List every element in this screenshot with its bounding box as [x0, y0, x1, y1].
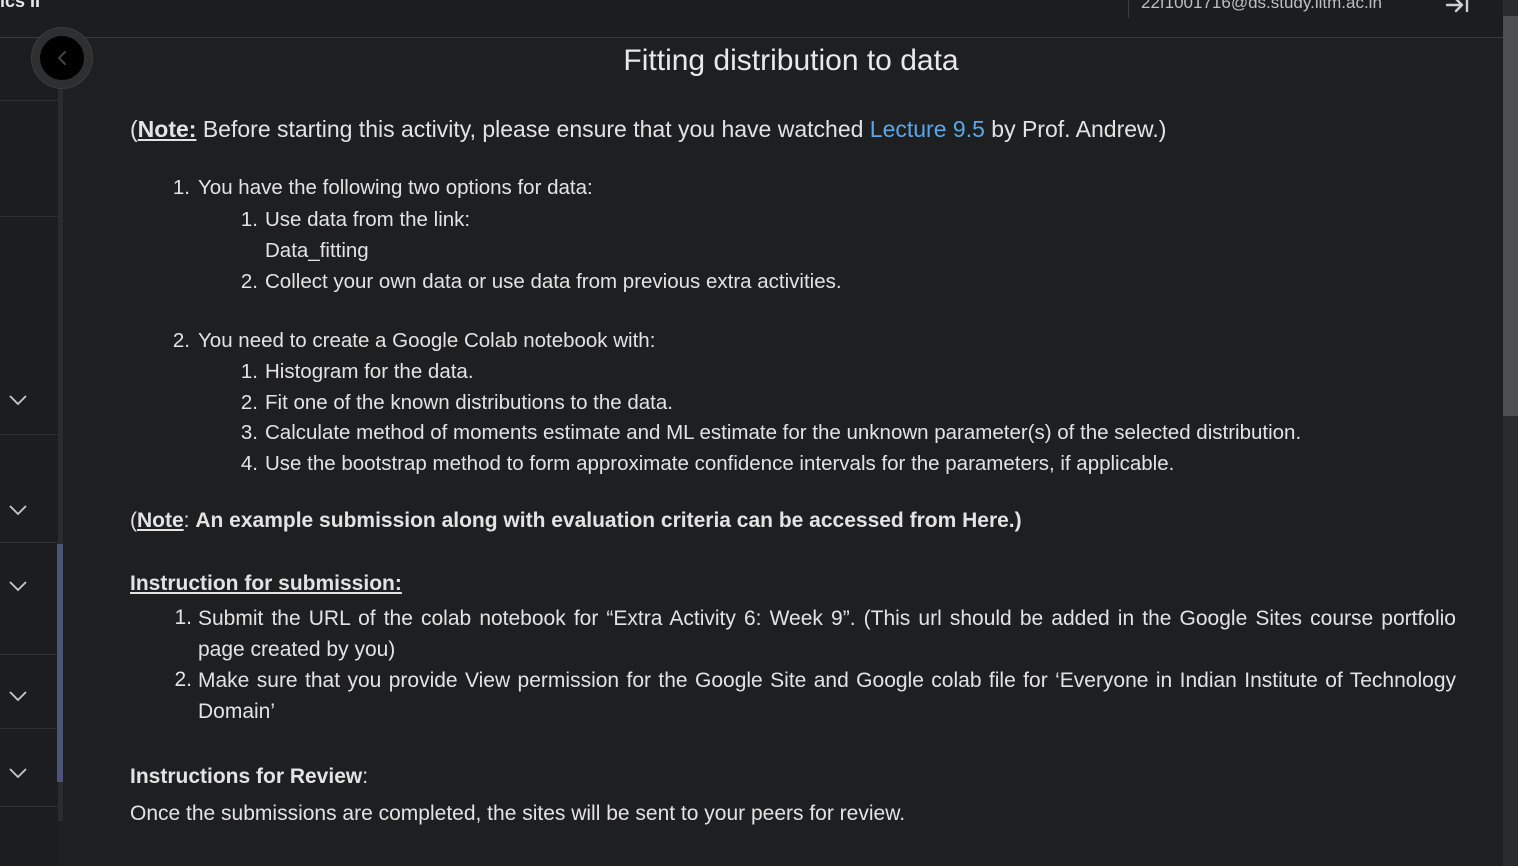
review-text: Once the submissions are completed, the … — [130, 802, 906, 825]
top-bar: ics II 22f1001716@ds.study.iitm.ac.in — [0, 0, 1503, 38]
scrollbar-thumb[interactable] — [1503, 16, 1518, 416]
data-fitting-link[interactable]: Data_fitting — [265, 239, 369, 263]
chevron-down-icon[interactable] — [8, 504, 28, 516]
user-email: 22f1001716@ds.study.iitm.ac.in — [1141, 0, 1382, 12]
chevron-left-icon — [57, 51, 66, 65]
page-title: Fitting distribution to data — [623, 44, 959, 77]
review-heading: Instructions for Review: — [130, 765, 369, 788]
collapse-sidebar-button[interactable] — [32, 28, 92, 88]
user-area-divider — [1128, 0, 1129, 18]
sidebar-divider — [0, 542, 58, 543]
sidebar-divider — [0, 728, 58, 729]
sidebar-divider — [0, 100, 58, 101]
example-note: (Note: An example submission along with … — [130, 509, 1022, 532]
sidebar-divider — [0, 806, 58, 807]
chevron-down-icon[interactable] — [8, 767, 28, 779]
note-line: (Note: Before starting this activity, pl… — [130, 116, 1167, 142]
sidebar-divider — [0, 654, 58, 655]
note-label: Note: — [137, 116, 197, 142]
note-label: Note — [137, 509, 184, 532]
chevron-down-icon[interactable] — [8, 580, 28, 592]
submission-item: Make sure that you provide View permissi… — [198, 669, 1456, 723]
chevron-down-icon[interactable] — [8, 394, 28, 406]
sidebar-divider — [0, 216, 58, 217]
submission-item: Submit the URL of the colab notebook for… — [198, 607, 1456, 661]
sidebar — [0, 38, 58, 866]
sidebar-divider — [0, 434, 58, 435]
course-title: ics II — [0, 0, 41, 11]
sidebar-progress-indicator — [57, 544, 63, 782]
here-link[interactable]: Here — [962, 509, 1009, 532]
logout-icon[interactable] — [1444, 0, 1472, 16]
submission-heading: Instruction for submission: — [130, 572, 402, 595]
chevron-down-icon[interactable] — [8, 690, 28, 702]
lecture-link[interactable]: Lecture 9.5 — [870, 116, 985, 142]
